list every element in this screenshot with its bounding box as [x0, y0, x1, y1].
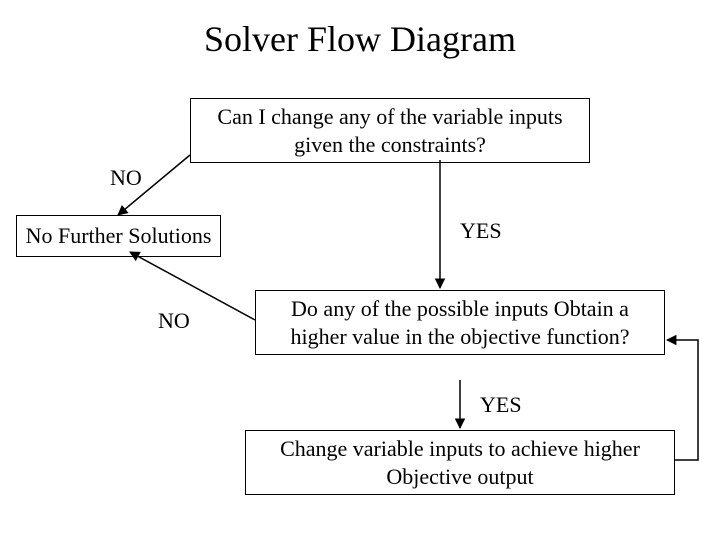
label-no-1: NO — [110, 165, 142, 191]
box-text: No Further Solutions — [26, 223, 212, 248]
page-title: Solver Flow Diagram — [0, 18, 720, 60]
box-no-further-solutions: No Further Solutions — [16, 215, 221, 257]
label-no-2: NO — [158, 308, 190, 334]
label-yes-2: YES — [480, 392, 522, 418]
box-can-change-inputs: Can I change any of the variable inputs … — [190, 98, 590, 163]
box-text: Change variable inputs to achieve higher… — [280, 436, 640, 489]
box-text: Can I change any of the variable inputs … — [217, 104, 562, 157]
box-text: Do any of the possible inputs Obtain a h… — [290, 296, 629, 349]
box-higher-value: Do any of the possible inputs Obtain a h… — [255, 290, 665, 355]
label-yes-1: YES — [460, 218, 502, 244]
box-change-inputs: Change variable inputs to achieve higher… — [245, 430, 675, 495]
